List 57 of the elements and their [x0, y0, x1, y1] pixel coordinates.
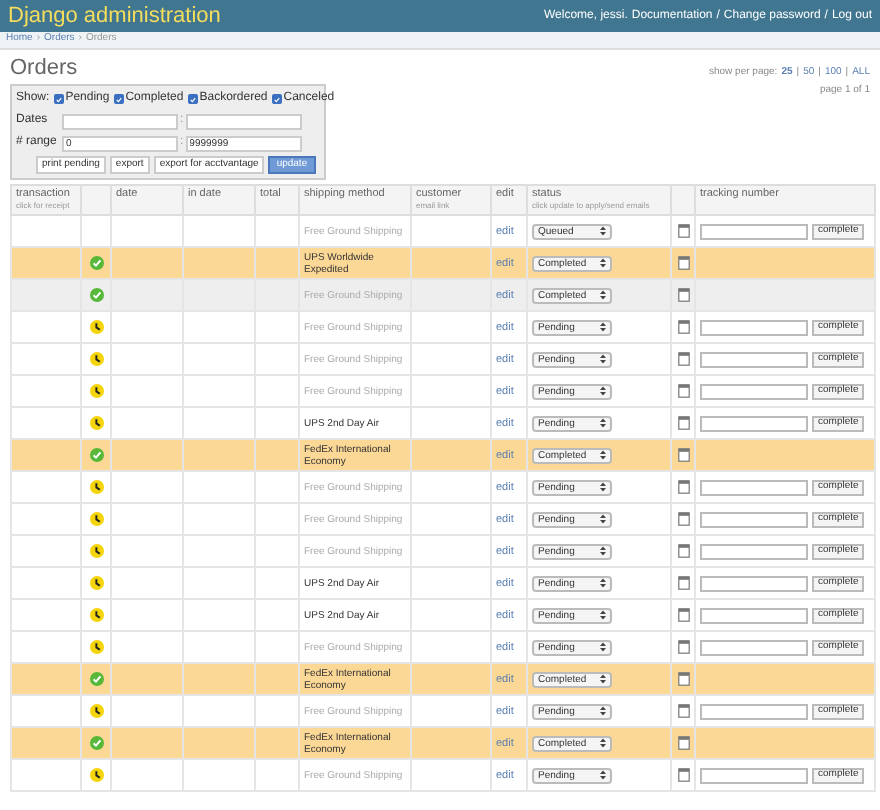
dropdown-arrows-icon: [600, 514, 606, 524]
calendar-icon[interactable]: [677, 671, 689, 686]
tracking-number-field[interactable]: [700, 415, 808, 431]
calendar-icon[interactable]: [677, 575, 689, 590]
calendar-icon[interactable]: [677, 287, 689, 302]
dropdown-arrows-icon: [600, 322, 606, 332]
calendar-icon[interactable]: [677, 639, 689, 654]
tracking-number-field[interactable]: [700, 479, 808, 495]
dropdown-arrows-icon: [600, 610, 606, 620]
calendar-icon[interactable]: [677, 767, 689, 782]
tracking-number-field[interactable]: [700, 575, 808, 591]
dates-to-field[interactable]: [185, 113, 302, 129]
status-checkbox[interactable]: [113, 94, 124, 104]
dropdown-arrows-icon: [600, 354, 606, 364]
dropdown-arrows-icon: [600, 226, 606, 236]
calendar-icon[interactable]: [677, 447, 689, 462]
site-title: Django administration: [8, 5, 221, 27]
calendar-icon[interactable]: [677, 319, 689, 334]
status-checkbox[interactable]: [271, 94, 282, 104]
calendar-icon[interactable]: [677, 255, 689, 270]
tracking-number-field[interactable]: [700, 383, 808, 399]
dropdown-arrows-icon: [600, 546, 606, 556]
dropdown-arrows-icon: [600, 642, 606, 652]
calendar-icon[interactable]: [677, 543, 689, 558]
tracking-number-field[interactable]: [700, 639, 808, 655]
dates-from-field[interactable]: [62, 113, 178, 129]
tracking-number-field[interactable]: [700, 223, 808, 239]
dropdown-arrows-icon: [600, 706, 606, 716]
status-checkbox[interactable]: [53, 94, 64, 104]
dropdown-arrows-icon: [600, 290, 606, 300]
dropdown-arrows-icon: [600, 770, 606, 780]
dropdown-arrows-icon: [600, 738, 606, 748]
page-title: Orders: [10, 56, 80, 82]
dropdown-arrows-icon: [600, 450, 606, 460]
tracking-number-field[interactable]: [700, 511, 808, 527]
dropdown-arrows-icon: [600, 674, 606, 684]
calendar-icon[interactable]: [677, 607, 689, 622]
tracking-number-field[interactable]: [700, 703, 808, 719]
calendar-icon[interactable]: [677, 735, 689, 750]
dropdown-arrows-icon: [600, 418, 606, 428]
dropdown-arrows-icon: [600, 386, 606, 396]
status-checkbox[interactable]: [187, 94, 198, 104]
dropdown-arrows-icon: [600, 482, 606, 492]
tracking-number-field[interactable]: [700, 543, 808, 559]
calendar-icon[interactable]: [677, 223, 689, 238]
calendar-icon[interactable]: [677, 383, 689, 398]
calendar-icon[interactable]: [677, 511, 689, 526]
dropdown-arrows-icon: [600, 258, 606, 268]
tracking-number-field[interactable]: [700, 319, 808, 335]
tracking-number-field[interactable]: [700, 767, 808, 783]
tracking-number-field[interactable]: [700, 607, 808, 623]
tracking-number-field[interactable]: [700, 351, 808, 367]
dropdown-arrows-icon: [600, 578, 606, 588]
calendar-icon[interactable]: [677, 479, 689, 494]
calendar-icon[interactable]: [677, 415, 689, 430]
calendar-icon[interactable]: [677, 351, 689, 366]
calendar-icon[interactable]: [677, 703, 689, 718]
